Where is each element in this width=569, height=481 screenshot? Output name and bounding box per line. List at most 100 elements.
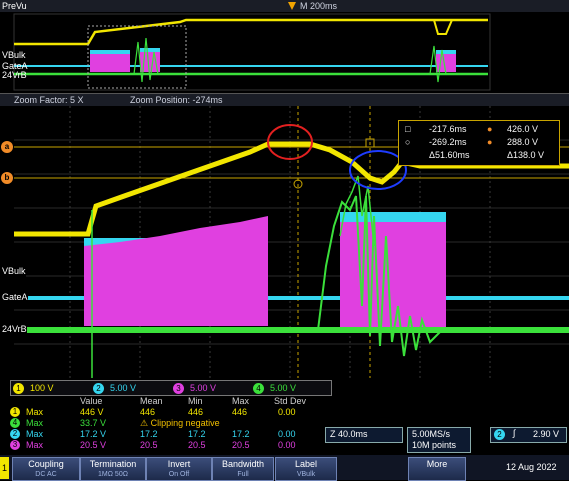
trigger-box[interactable]: 2 ∫ 2.90 V xyxy=(490,427,567,443)
channel-badge: 4 xyxy=(253,383,264,394)
overview-24v-label: 24VrB xyxy=(2,70,27,80)
button-label: Coupling xyxy=(28,459,64,469)
cursor-t1: -217.6ms xyxy=(429,124,467,134)
channel-scale-bar: 1 100 V 2 5.00 V 3 5.00 V 4 5.00 V xyxy=(10,380,332,396)
trigger-channel: 2 xyxy=(494,429,505,440)
channel-badge: 1 xyxy=(13,383,24,394)
zoom-factor: Zoom Factor: 5 X xyxy=(14,95,84,105)
measurement-std: 0.00 xyxy=(278,440,296,450)
zoom-scale-box[interactable]: Z 40.0ms xyxy=(325,427,403,443)
circle-cursor-icon: ○ xyxy=(405,137,411,147)
button-sublabel: 1MΩ 50Ω xyxy=(98,471,128,478)
trigger-slope-icon: ∫ xyxy=(513,428,516,438)
measurement-std: 0.00 xyxy=(278,407,296,417)
sample-rate: 5.00MS/s xyxy=(412,429,451,439)
scale-value: 100 V xyxy=(30,383,54,393)
a-marker-icon: ● xyxy=(487,124,493,134)
scale-ch2[interactable]: 2 5.00 V xyxy=(93,382,136,394)
channel-badge: 3 xyxy=(173,383,184,394)
button-bandwidth[interactable]: Bandwidth Full xyxy=(212,457,274,481)
cursor-t2: -269.2ms xyxy=(429,137,467,147)
cursor-v1: 426.0 V xyxy=(507,124,539,134)
scale-ch1[interactable]: 1 100 V xyxy=(13,382,54,394)
trigger-pos-icon xyxy=(288,2,296,10)
header-value: Value xyxy=(80,396,103,406)
square-cursor-icon: □ xyxy=(405,124,411,134)
scale-ch4[interactable]: 4 5.00 V xyxy=(253,382,296,394)
measurement-mean: ⚠ Clipping negative xyxy=(140,418,220,428)
measurement-table: Value Mean Min Max Std Dev 1 Max 446 V 446 4… xyxy=(10,396,310,454)
scale-ch3[interactable]: 3 5.00 V xyxy=(173,382,216,394)
header-min: Min xyxy=(188,396,203,406)
trigger-level: 2.90 V xyxy=(533,429,560,439)
measurement-min: 17.2 xyxy=(188,429,206,439)
acquisition-box[interactable]: 5.00MS/s 10M points xyxy=(407,427,471,453)
measurement-max: 17.2 xyxy=(232,429,250,439)
measurement-name: Max xyxy=(26,407,44,417)
timebase-label: M 200ms xyxy=(300,1,338,11)
scale-value: 5.00 V xyxy=(110,383,137,393)
measurement-mean: 446 xyxy=(140,407,156,417)
button-label: Label xyxy=(294,459,318,469)
cursor-dv: Δ138.0 V xyxy=(507,150,545,160)
header-stddev: Std Dev xyxy=(274,396,307,406)
button-label[interactable]: Label VBulk xyxy=(275,457,337,481)
channel-badge: 2 xyxy=(93,383,104,394)
prevu-label: PreVu xyxy=(2,1,27,11)
measurement-value: 17.2 V xyxy=(80,429,107,439)
cursor-b-marker[interactable]: b xyxy=(1,172,13,184)
channel-badge: 4 xyxy=(10,418,20,428)
channel-badge: 2 xyxy=(10,429,20,439)
button-label: Invert xyxy=(167,459,191,469)
button-invert[interactable]: Invert On Off xyxy=(146,457,212,481)
button-termination[interactable]: Termination 1MΩ 50Ω xyxy=(80,457,146,481)
measurement-row: 2 Max 17.2 V 17.2 17.2 17.2 0.00 xyxy=(10,429,310,440)
record-points: 10M points xyxy=(412,440,457,450)
24v-label: 24VrB xyxy=(2,324,27,335)
measurement-value: 20.5 V xyxy=(80,440,107,450)
date-label: 12 Aug 2022 xyxy=(506,462,557,472)
channel-1-tab[interactable]: 1 xyxy=(0,457,9,479)
gatea-label: GateA xyxy=(2,292,28,303)
scale-value: 5.00 V xyxy=(190,383,217,393)
overview-waveform: VBulk GateA 24VrB xyxy=(0,12,569,92)
cursor-dt: Δ51.60ms xyxy=(429,150,470,160)
button-sublabel: DC AC xyxy=(35,471,57,478)
button-coupling[interactable]: Coupling DC AC xyxy=(12,457,80,481)
button-sublabel: Full xyxy=(237,471,249,478)
channel-badge: 3 xyxy=(10,440,20,450)
cursor-readout: □ -217.6ms ● 426.0 V ○ -269.2ms ● 288.0 … xyxy=(398,120,560,166)
measurement-name: Max xyxy=(26,418,44,428)
button-sublabel: VBulk xyxy=(296,471,316,478)
cursor-v2: 288.0 V xyxy=(507,137,539,147)
measurement-min: 20.5 xyxy=(188,440,206,450)
button-more[interactable]: More xyxy=(408,457,466,481)
button-sublabel: On Off xyxy=(168,471,190,478)
measurement-value: 33.7 V xyxy=(80,418,107,428)
zoom-info-bar: Zoom Factor: 5 X Zoom Position: -274ms xyxy=(0,93,569,107)
measurement-mean: 20.5 xyxy=(140,440,158,450)
measurement-name: Max xyxy=(26,440,44,450)
channel-badge: 1 xyxy=(10,407,20,417)
measurement-name: Max xyxy=(26,429,44,439)
cursor-a-marker[interactable]: a xyxy=(1,141,13,153)
measurement-row: 4 Max 33.7 V ⚠ Clipping negative xyxy=(10,418,310,429)
zoom-scale: Z 40.0ms xyxy=(330,429,368,439)
header-mean: Mean xyxy=(140,396,163,406)
button-label: Termination xyxy=(89,459,137,469)
vbulk-label: VBulk xyxy=(2,266,26,277)
measurement-row: 1 Max 446 V 446 446 446 0.00 xyxy=(10,407,310,418)
zoom-position: Zoom Position: -274ms xyxy=(130,95,223,105)
measurement-value: 446 V xyxy=(80,407,104,417)
measurement-row: 3 Max 20.5 V 20.5 20.5 20.5 0.00 xyxy=(10,440,310,451)
button-label: More xyxy=(426,459,448,469)
b-marker-icon: ● xyxy=(487,137,493,147)
overview-vbulk-label: VBulk xyxy=(2,50,26,60)
measurement-max: 446 xyxy=(232,407,248,417)
measurement-mean: 17.2 xyxy=(140,429,158,439)
measurement-max: 20.5 xyxy=(232,440,250,450)
scale-value: 5.00 V xyxy=(270,383,297,393)
measurement-std: 0.00 xyxy=(278,429,296,439)
header-max: Max xyxy=(232,396,250,406)
button-label: Bandwidth xyxy=(221,459,265,469)
